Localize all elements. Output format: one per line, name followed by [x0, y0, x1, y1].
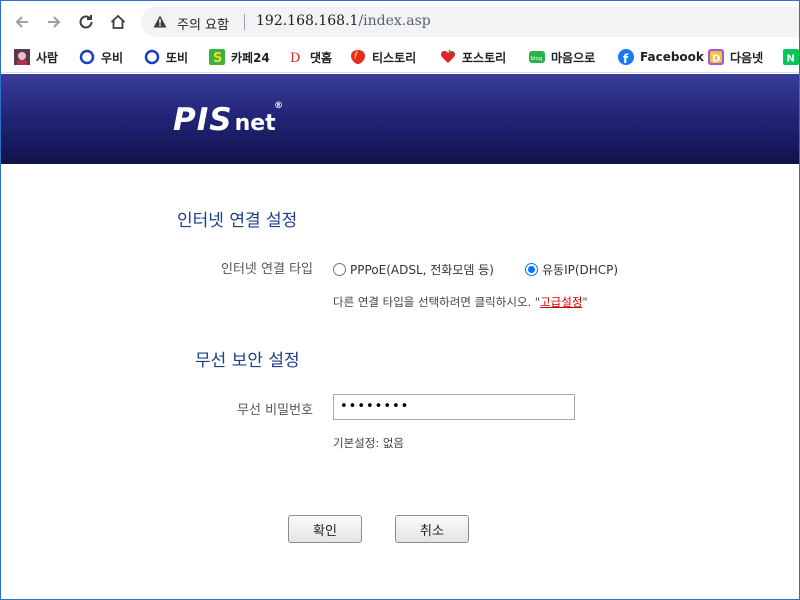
hint-prefix: 다른 연결 타입을 선택하려면 클릭하시오. " [333, 295, 541, 309]
home-icon [110, 14, 126, 29]
bookmark-label: 마음으로 [551, 50, 596, 65]
back-button[interactable] [9, 9, 35, 35]
bookmark-label: 카페24 [231, 50, 270, 65]
connection-type-label: 인터넷 연결 타입 [221, 262, 313, 277]
naver-icon: N [783, 49, 799, 65]
radio-dhcp-button[interactable] [525, 263, 538, 276]
default-setting-note: 기본설정: 없음 [333, 436, 405, 450]
forward-button[interactable] [41, 9, 67, 35]
heart-icon [440, 49, 456, 65]
bookmark-label: 다음넷 [730, 50, 764, 65]
logo-main: PIS [173, 102, 233, 138]
shield-icon [350, 49, 366, 65]
omnibox-divider [244, 14, 245, 30]
pisnet-logo: PISnet ® [173, 101, 283, 138]
bookmark-item[interactable]: f Facebook [618, 47, 704, 67]
wireless-section-title: 무선 보안 설정 [195, 351, 300, 371]
bookmark-item[interactable]: 우비 [79, 47, 123, 67]
svg-text:S: S [213, 51, 222, 65]
cafe24-icon: S [209, 49, 225, 65]
registered-mark: ® [274, 101, 283, 111]
url-text[interactable]: 192.168.168.1/index.asp [256, 13, 431, 29]
home-button[interactable] [105, 9, 131, 35]
security-status[interactable]: 주의 요함 [177, 14, 229, 33]
svg-text:N: N [787, 54, 795, 65]
settings-form: 인터넷 연결 설정 인터넷 연결 타입 PPPoE(ADSL, 전화모뎀 등) … [1, 164, 799, 599]
header-banner: PISnet ® [1, 74, 799, 164]
bookmark-item[interactable]: 티스토리 [350, 47, 416, 67]
svg-text:D: D [290, 51, 300, 65]
bookmark-label: 사람 [36, 50, 59, 65]
avatar-icon [14, 49, 30, 65]
bookmark-label: 티스토리 [372, 50, 417, 65]
radio-dhcp-label: 유동IP(DHCP) [542, 263, 619, 277]
daum-icon: D [708, 49, 724, 65]
circle-icon [144, 49, 160, 65]
advanced-hint: 다른 연결 타입을 선택하려면 클릭하시오. "고급설정" [333, 294, 588, 310]
bookmark-item[interactable]: blog 마음으로 [529, 47, 595, 67]
blog-icon: blog [529, 49, 545, 65]
radio-pppoe-label: PPPoE(ADSL, 전화모뎀 등) [350, 263, 494, 277]
svg-text:f: f [623, 52, 629, 65]
warning-icon[interactable] [153, 15, 167, 28]
bookmark-label: 댓홈 [310, 50, 333, 65]
bookmark-item[interactable]: D 다음넷 [708, 47, 763, 67]
omnibox[interactable]: 주의 요함 192.168.168.1/index.asp [141, 7, 799, 37]
circle-icon [79, 49, 95, 65]
reload-button[interactable] [73, 9, 99, 35]
facebook-icon: f [618, 49, 634, 65]
back-arrow-icon [15, 16, 28, 28]
bookmark-item[interactable]: 포스토리 [440, 47, 506, 67]
wireless-password-label: 무선 비밀번호 [237, 403, 313, 418]
url-host: 192.168.168.1 [256, 13, 359, 29]
forward-arrow-icon [48, 16, 61, 28]
browser-window: 주의 요함 192.168.168.1/index.asp 사람 우비 또비 S… [0, 0, 800, 600]
logo-sub: net [234, 111, 276, 136]
d-letter-icon: D [288, 49, 304, 65]
bookmarks-bar: 사람 우비 또비 S 카페24 D 댓홈 티스토리 포스토리 blog 마음으로 [1, 41, 799, 73]
svg-text:D: D [712, 54, 720, 65]
bookmark-item[interactable]: S 카페24 [209, 47, 270, 67]
reload-icon [79, 15, 93, 29]
bookmark-label: 우비 [101, 50, 124, 65]
svg-text:blog: blog [531, 56, 543, 62]
bookmark-item[interactable]: N [783, 47, 799, 67]
address-bar: 주의 요함 192.168.168.1/index.asp [1, 1, 799, 41]
hint-suffix: " [582, 295, 588, 309]
radio-dhcp[interactable]: 유동IP(DHCP) [525, 261, 618, 278]
bookmark-item[interactable]: D 댓홈 [288, 47, 332, 67]
bookmark-label: 포스토리 [462, 50, 507, 65]
radio-pppoe[interactable]: PPPoE(ADSL, 전화모뎀 등) [333, 261, 494, 278]
wireless-password-input[interactable]: •••••••• [333, 394, 575, 420]
ok-button[interactable]: 확인 [288, 515, 362, 543]
advanced-settings-link[interactable]: 고급설정 [540, 295, 582, 309]
bookmark-label: Facebook [640, 50, 704, 64]
bookmark-label: 또비 [166, 50, 189, 65]
cancel-button[interactable]: 취소 [395, 515, 469, 543]
url-path: /index.asp [358, 13, 431, 29]
bookmark-item[interactable]: 사람 [14, 47, 58, 67]
radio-pppoe-button[interactable] [333, 263, 346, 276]
bookmark-item[interactable]: 또비 [144, 47, 188, 67]
internet-section-title: 인터넷 연결 설정 [177, 211, 298, 231]
